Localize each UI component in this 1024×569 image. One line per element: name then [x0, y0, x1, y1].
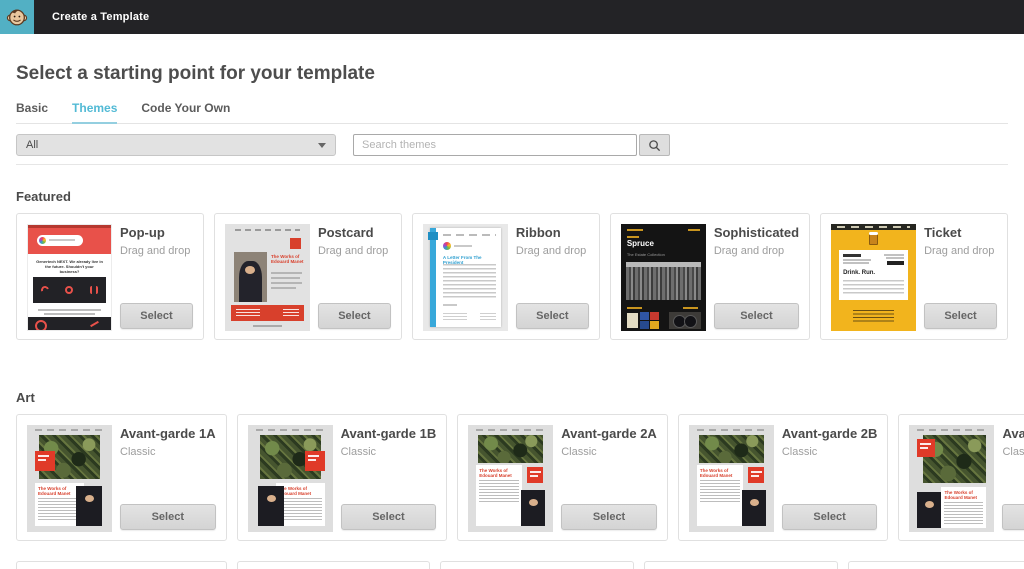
template-thumbnail-postcard: The Works of Edouard Manet — [225, 224, 310, 331]
template-title: Avant-garde 2B — [782, 426, 878, 441]
template-thumbnail-avant-garde: The Works of Edouard Manet — [909, 425, 994, 532]
template-card: Spruce The Estate Collection Sophisticat… — [610, 213, 810, 340]
beer-glass-icon — [869, 234, 878, 245]
template-thumbnail-ribbon: A Letter From The President — [423, 224, 508, 331]
template-card: The Works of Edouard Manet Avant-garde 2… — [678, 414, 889, 541]
template-card: The Works of Edouard Manet Avant-garde 3… — [898, 414, 1024, 541]
template-subtitle: Classic — [341, 446, 437, 458]
template-title: Sophisticated — [714, 225, 799, 240]
template-subtitle: Drag and drop — [120, 245, 193, 257]
template-card: The Works of Edouard Manet Avant-garde 1… — [16, 414, 227, 541]
featured-grid: Genertech NEXT. We already live in the f… — [16, 213, 1008, 340]
template-title: Avant-garde 3A — [1002, 426, 1024, 441]
portrait-art — [917, 492, 941, 528]
template-title: Pop-up — [120, 225, 193, 240]
template-card: Genertech NEXT. We already live in the f… — [16, 213, 204, 340]
thumb-manet-title: The Works of Edouard Manet — [279, 486, 322, 496]
freddie-logo-icon[interactable] — [0, 0, 34, 34]
divider — [16, 164, 1008, 165]
thumb-manet-title: The Works of Edouard Manet — [700, 468, 740, 478]
tab-bar: Basic Themes Code Your Own — [16, 101, 1008, 124]
select-button[interactable]: Select — [924, 303, 997, 329]
template-title: Postcard — [318, 225, 391, 240]
category-dropdown-value: All — [26, 139, 38, 151]
template-card: Croft Fair 1C — [644, 561, 838, 569]
caret-down-icon — [318, 143, 326, 148]
template-card: Croft Fair 1B — [440, 561, 634, 569]
portrait-art — [521, 490, 545, 526]
section-label-featured: Featured — [16, 189, 1008, 204]
topbar-title: Create a Template — [52, 11, 149, 23]
template-subtitle: Classic — [782, 446, 878, 458]
select-button[interactable]: Select — [120, 303, 193, 329]
template-card: Drink. Run. Ticket Drag and drop Select — [820, 213, 1008, 340]
partial-grid: Avant-garde 3B Croft Fair 1A Croft Fair … — [16, 561, 1008, 569]
template-card: The Works of Edouard Manet Avant-garde 1… — [237, 414, 448, 541]
template-subtitle: Drag and drop — [516, 245, 589, 257]
template-thumbnail-sophisticated: Spruce The Estate Collection — [621, 224, 706, 331]
search-icon — [648, 139, 661, 152]
garden-painting — [478, 435, 543, 463]
thumb-drink-run: Drink. Run. — [843, 270, 875, 276]
search-input[interactable] — [353, 134, 637, 156]
select-button[interactable]: Select — [516, 303, 589, 329]
search-button[interactable] — [639, 134, 670, 156]
template-thumbnail-avant-garde: The Works of Edouard Manet — [248, 425, 333, 532]
topbar: Create a Template — [0, 0, 1024, 34]
template-subtitle: Drag and drop — [318, 245, 391, 257]
template-thumbnail-avant-garde: The Works of Edouard Manet — [27, 425, 112, 532]
template-card: The Works of Edouard Manet Postcard Drag… — [214, 213, 402, 340]
tab-code-your-own[interactable]: Code Your Own — [141, 101, 230, 123]
template-subtitle: Drag and drop — [714, 245, 799, 257]
records-photo — [669, 312, 701, 329]
thumb-spruce-title: Spruce — [627, 239, 654, 248]
select-button[interactable]: Select — [120, 504, 216, 530]
template-subtitle: Classic — [561, 446, 657, 458]
tab-basic[interactable]: Basic — [16, 101, 48, 123]
filter-row: All — [16, 134, 1008, 156]
thumb-manet-title: The Works of Edouard Manet — [271, 254, 306, 264]
thumb-manet-title: The Works of Edouard Manet — [38, 486, 81, 496]
select-button[interactable]: Select — [561, 504, 657, 530]
template-thumbnail-avant-garde: The Works of Edouard Manet — [468, 425, 553, 532]
template-card: Avant-garde 3B — [16, 561, 227, 569]
template-title: Ticket — [924, 225, 997, 240]
template-card: Croft Fair 1A — [237, 561, 431, 569]
select-button[interactable]: Select — [1002, 504, 1024, 530]
template-title: Avant-garde 2A — [561, 426, 657, 441]
select-button[interactable]: Select — [714, 303, 799, 329]
page-title: Select a starting point for your templat… — [16, 63, 1008, 85]
city-photo — [626, 262, 701, 300]
template-card: A Letter From The President Ribbon Drag … — [412, 213, 600, 340]
template-subtitle: Classic — [1002, 446, 1024, 458]
thumb-headline: Genertech NEXT. We already live in the f… — [36, 259, 103, 274]
portrait-art — [234, 252, 267, 302]
select-button[interactable]: Select — [341, 504, 437, 530]
template-card: The Works of Edouard Manet Avant-garde 2… — [457, 414, 668, 541]
template-thumbnail-popup: Genertech NEXT. We already live in the f… — [27, 224, 112, 331]
thumb-manet-title: The Works of Edouard Manet — [479, 468, 519, 478]
template-thumbnail-ticket: Drink. Run. — [831, 224, 916, 331]
template-title: Ribbon — [516, 225, 589, 240]
template-title: Avant-garde 1B — [341, 426, 437, 441]
tab-themes[interactable]: Themes — [72, 101, 117, 124]
template-title: Avant-garde 1A — [120, 426, 216, 441]
thumb-spruce-sub: The Estate Collection — [627, 252, 665, 257]
search-bar — [353, 134, 670, 156]
template-subtitle: Drag and drop — [924, 245, 997, 257]
garden-painting — [699, 435, 764, 463]
select-button[interactable]: Select — [782, 504, 878, 530]
portrait-art — [76, 486, 102, 526]
template-thumbnail-avant-garde: The Works of Edouard Manet — [689, 425, 774, 532]
select-button[interactable]: Select — [318, 303, 391, 329]
section-label-art: Art — [16, 390, 1008, 405]
portrait-art — [258, 486, 284, 526]
portrait-art — [742, 490, 766, 526]
template-card: Multi Postcard — [848, 561, 1024, 569]
art-grid: The Works of Edouard Manet Avant-garde 1… — [16, 414, 1008, 541]
template-subtitle: Classic — [120, 446, 216, 458]
category-dropdown[interactable]: All — [16, 134, 336, 156]
thumb-manet-title: The Works of Edouard Manet — [944, 490, 983, 500]
